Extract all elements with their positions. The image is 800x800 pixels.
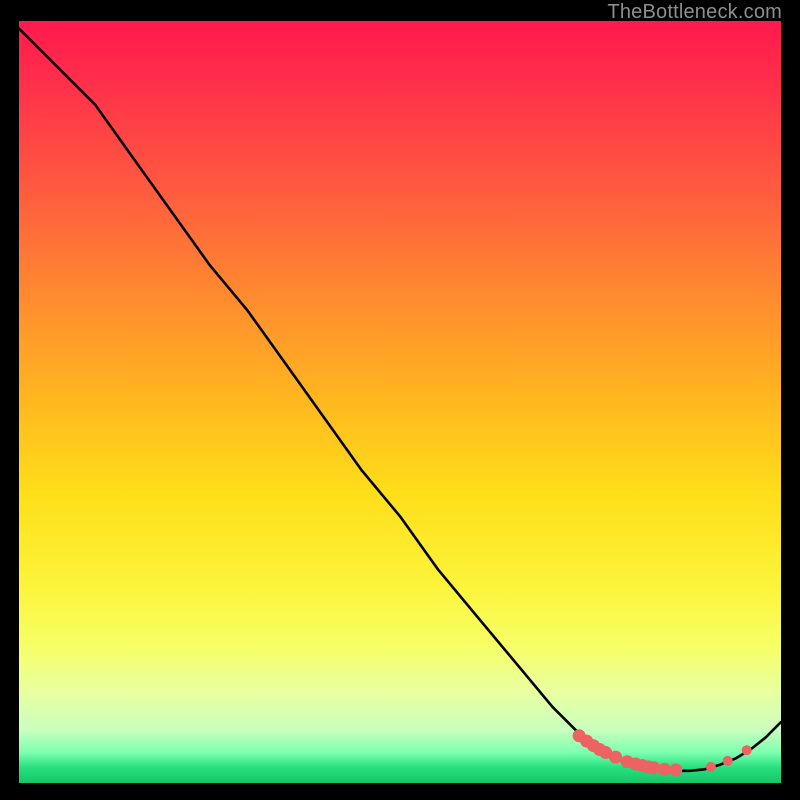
watermark-text: TheBottleneck.com bbox=[607, 1, 782, 24]
marker-dot bbox=[587, 739, 600, 752]
marker-dot bbox=[580, 735, 593, 748]
marker-dot bbox=[629, 758, 642, 771]
marker-dot bbox=[658, 763, 671, 776]
marker-dot bbox=[621, 755, 634, 768]
marker-dot bbox=[609, 751, 622, 764]
marker-dot bbox=[742, 745, 752, 755]
marker-dot bbox=[723, 756, 733, 766]
marker-dot bbox=[636, 759, 649, 772]
curve-path bbox=[19, 29, 781, 771]
chart-svg bbox=[19, 21, 781, 783]
plot-area bbox=[19, 21, 781, 783]
marker-dot bbox=[593, 743, 606, 756]
marker-dot bbox=[647, 761, 660, 774]
marker-dot bbox=[573, 729, 586, 742]
marker-group bbox=[573, 729, 752, 776]
marker-dot bbox=[706, 762, 716, 772]
marker-dot bbox=[599, 746, 612, 759]
marker-dot bbox=[669, 764, 682, 777]
chart-frame: TheBottleneck.com bbox=[0, 0, 800, 800]
marker-dot bbox=[642, 761, 655, 774]
